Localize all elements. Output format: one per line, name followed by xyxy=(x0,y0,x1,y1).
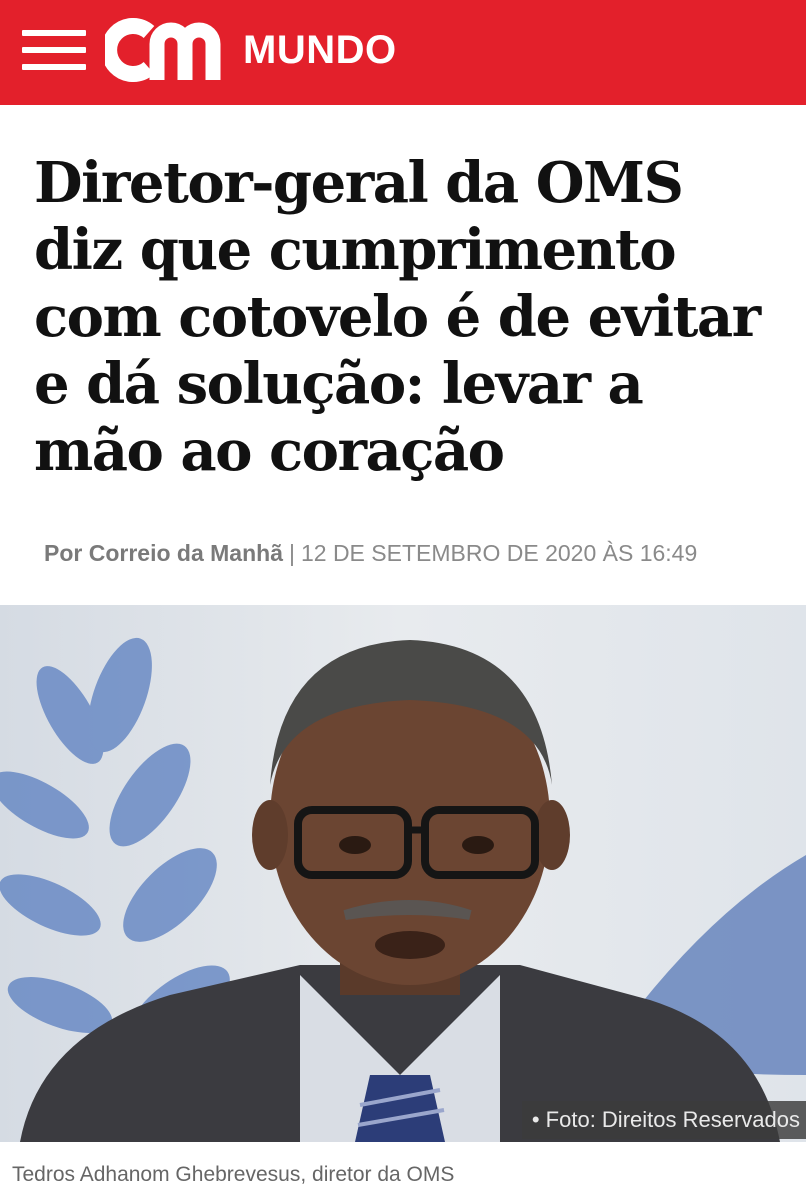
top-bar: MUNDO xyxy=(0,0,806,105)
article-photo[interactable]: • Foto: Direitos Reservados xyxy=(0,605,806,1142)
article-byline: Por Correio da Manhã | 12 DE SETEMBRO DE 2… xyxy=(44,538,784,568)
cm-logo[interactable] xyxy=(101,18,225,82)
article-headline: Diretor-geral da OMS diz que cumprimento… xyxy=(34,150,761,484)
section-title[interactable]: MUNDO xyxy=(243,26,397,74)
byline-separator: | xyxy=(288,540,295,566)
publish-date: 12 DE SETEMBRO DE 2020 ÀS 16:49 xyxy=(300,540,698,566)
hamburger-menu-icon[interactable] xyxy=(22,30,86,70)
author-name[interactable]: Por Correio da Manhã xyxy=(44,540,283,566)
cm-logo-mark xyxy=(101,18,221,82)
photo-credit: • Foto: Direitos Reservados xyxy=(521,1101,806,1139)
portrait-illustration xyxy=(0,605,806,1142)
photo-caption: Tedros Adhanom Ghebrevesus, diretor da O… xyxy=(12,1163,455,1186)
